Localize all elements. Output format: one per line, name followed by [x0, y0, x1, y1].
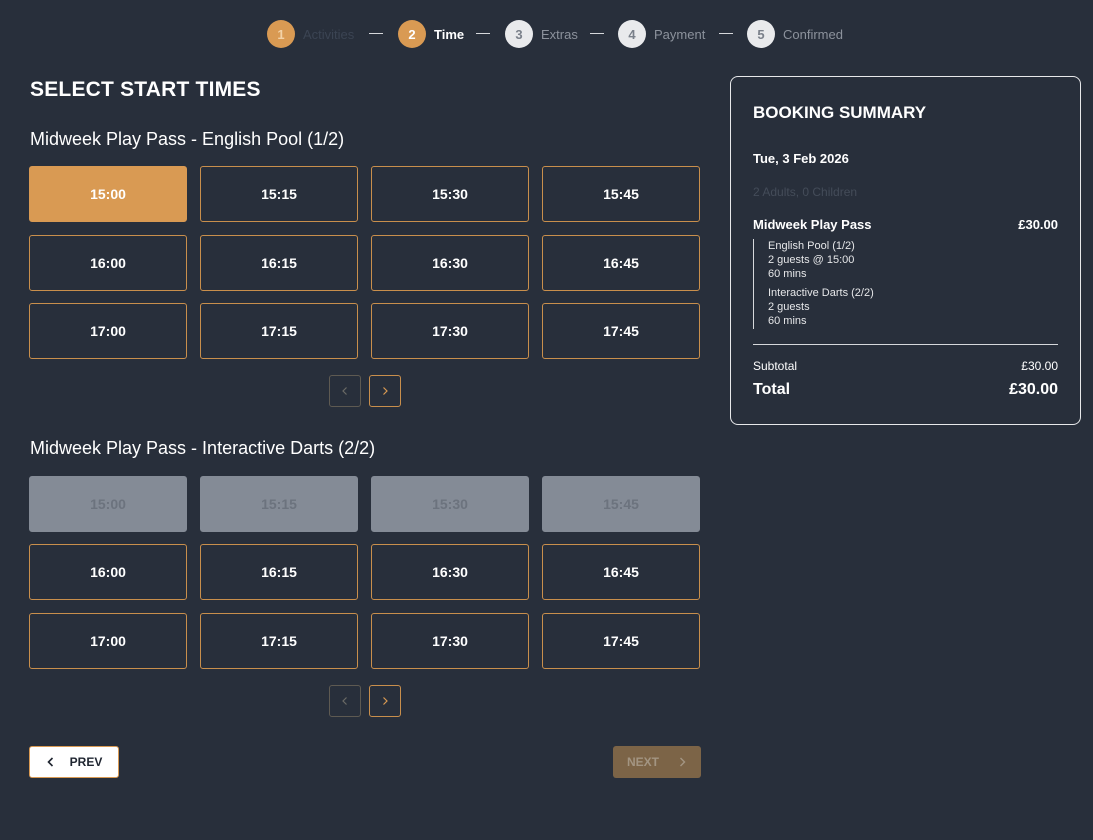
chevron-left-icon — [342, 697, 347, 705]
detail-duration: 60 mins — [768, 268, 807, 280]
step-payment: 4 Payment — [618, 19, 705, 49]
time-slot-button[interactable]: 15:45 — [542, 166, 700, 222]
chevron-left-icon — [47, 757, 53, 767]
step-number: 1 — [267, 20, 295, 48]
next-button-label: NEXT — [626, 755, 659, 769]
section-title-interactive-darts: Midweek Play Pass - Interactive Darts (2… — [30, 438, 376, 458]
time-slot-button[interactable]: 17:45 — [542, 613, 700, 669]
step-number: 2 — [398, 20, 426, 48]
detail-guests: 2 guests @ 15:00 — [768, 254, 855, 266]
step-label: Activities — [303, 26, 355, 42]
step-separator — [369, 33, 383, 34]
detail-guests: 2 guests — [768, 301, 810, 313]
step-time[interactable]: 2 Time — [398, 19, 464, 49]
chevron-left-icon — [342, 387, 347, 395]
time-slot-button[interactable]: 17:15 — [200, 613, 358, 669]
booking-stepper: 1 Activities 2 Time 3 Extras 4 Payment 5… — [0, 19, 1093, 49]
section-title-english-pool: Midweek Play Pass - English Pool (1/2) — [30, 129, 345, 149]
summary-item-price: £30.00 — [1018, 217, 1058, 232]
step-label: Payment — [654, 26, 706, 42]
time-slot-button[interactable]: 15:15 — [200, 166, 358, 222]
summary-divider — [753, 344, 1058, 345]
step-separator — [590, 33, 604, 34]
time-slot-button[interactable]: 17:15 — [200, 303, 358, 359]
total-value: £30.00 — [1009, 381, 1058, 398]
step-label: Extras — [541, 26, 578, 42]
time-slot-button: 15:15 — [200, 476, 358, 532]
subtotal-value: £30.00 — [1021, 359, 1058, 373]
summary-item-name: Midweek Play Pass — [753, 217, 872, 232]
step-confirmed: 5 Confirmed — [747, 19, 843, 49]
detail-activity-name: Interactive Darts (2/2) — [768, 287, 874, 299]
time-slot-button[interactable]: 16:00 — [29, 544, 187, 600]
time-slot-button[interactable]: 15:30 — [371, 166, 529, 222]
prev-button-label: PREV — [69, 755, 103, 769]
step-separator — [719, 33, 733, 34]
time-slot-button[interactable]: 17:45 — [542, 303, 700, 359]
summary-title: BOOKING SUMMARY — [753, 103, 927, 122]
time-slot-button[interactable]: 17:00 — [29, 303, 187, 359]
time-slot-button: 15:30 — [371, 476, 529, 532]
time-slot-button[interactable]: 17:30 — [371, 613, 529, 669]
time-slot-button[interactable]: 16:00 — [29, 235, 187, 291]
chevron-right-icon — [383, 387, 388, 395]
time-slot-button[interactable]: 17:00 — [29, 613, 187, 669]
slots-prev-page-button[interactable] — [329, 685, 361, 717]
time-slot-button[interactable]: 16:15 — [200, 235, 358, 291]
booking-summary-card: BOOKING SUMMARY Tue, 3 Feb 2026 2 Adults… — [730, 76, 1081, 425]
slots-next-page-button[interactable] — [369, 685, 401, 717]
step-number: 4 — [618, 20, 646, 48]
summary-detail-group: English Pool (1/2) 2 guests @ 15:00 60 m… — [768, 239, 874, 281]
subtotal-label: Subtotal — [753, 359, 798, 373]
time-slot-button: 15:45 — [542, 476, 700, 532]
slots-next-page-button[interactable] — [369, 375, 401, 407]
total-label: Total — [753, 381, 791, 398]
step-label: Time — [434, 26, 465, 42]
slots-prev-page-button[interactable] — [329, 375, 361, 407]
chevron-right-icon — [383, 697, 388, 705]
step-number: 3 — [505, 20, 533, 48]
step-number: 5 — [747, 20, 775, 48]
summary-guests: 2 Adults, 0 Children — [753, 185, 858, 199]
step-separator — [476, 33, 490, 34]
chevron-right-icon — [680, 757, 686, 767]
time-slot-button[interactable]: 16:45 — [542, 235, 700, 291]
step-label: Confirmed — [783, 26, 843, 42]
summary-detail-group: Interactive Darts (2/2) 2 guests 60 mins — [768, 286, 874, 328]
time-slot-button[interactable]: 16:30 — [371, 544, 529, 600]
next-button[interactable]: NEXT — [613, 746, 701, 778]
step-activities[interactable]: 1 Activities — [267, 19, 354, 49]
detail-activity-name: English Pool (1/2) — [768, 240, 855, 252]
time-slot-button: 15:00 — [29, 476, 187, 532]
time-slot-button[interactable]: 16:45 — [542, 544, 700, 600]
time-slot-button[interactable]: 15:00 — [29, 166, 187, 222]
time-slot-button[interactable]: 17:30 — [371, 303, 529, 359]
summary-item-details: English Pool (1/2) 2 guests @ 15:00 60 m… — [753, 239, 874, 329]
summary-date: Tue, 3 Feb 2026 — [753, 151, 849, 166]
detail-duration: 60 mins — [768, 315, 807, 327]
prev-button[interactable]: PREV — [29, 746, 119, 778]
time-slot-button[interactable]: 16:15 — [200, 544, 358, 600]
time-slot-button[interactable]: 16:30 — [371, 235, 529, 291]
step-extras: 3 Extras — [505, 19, 578, 49]
page-title: SELECT START TIMES — [30, 78, 261, 101]
